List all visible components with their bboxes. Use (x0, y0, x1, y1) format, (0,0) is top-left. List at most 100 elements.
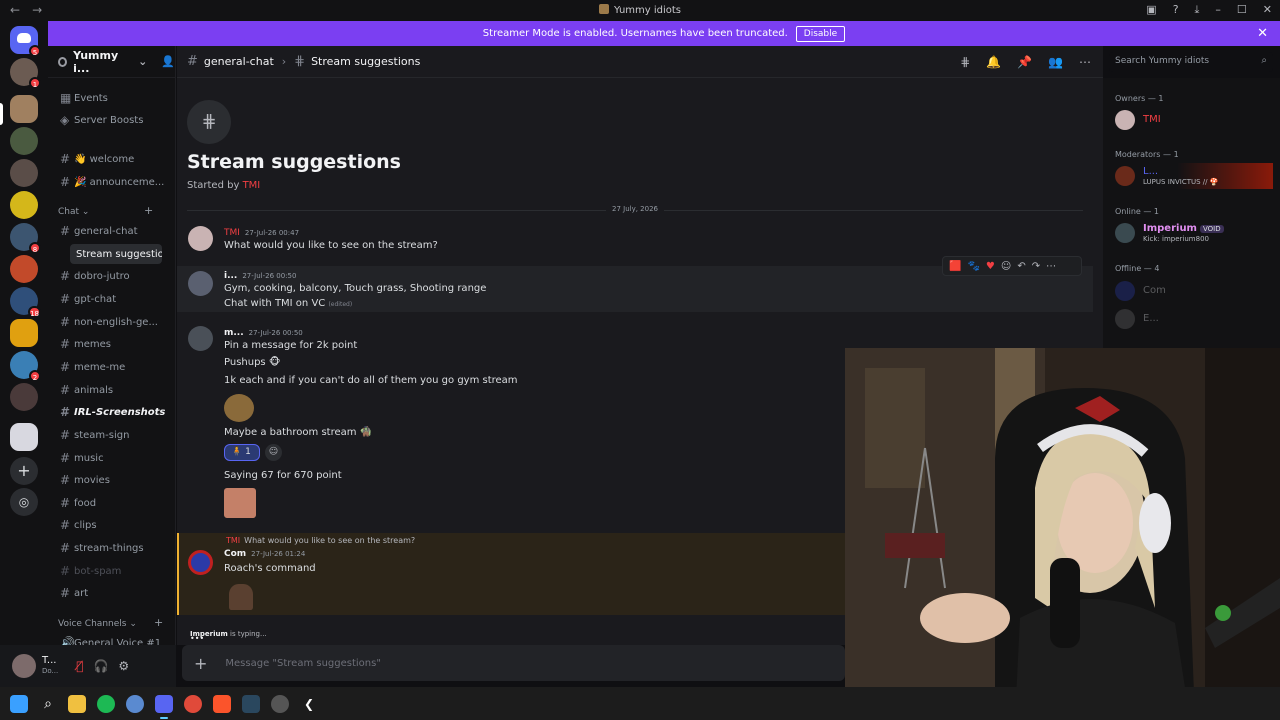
member-item[interactable]: Imperium VOID Kick: imperium800 (1113, 220, 1273, 246)
message-author[interactable]: Com (224, 549, 246, 559)
add-channel-icon[interactable]: + (154, 616, 163, 629)
server-header[interactable]: Yummy i... ⌄ 👤 (48, 46, 175, 78)
hand-sticker[interactable] (229, 584, 253, 610)
channel-general-chat[interactable]: # general-chat (54, 221, 170, 241)
channel-movies[interactable]: # movies (54, 470, 170, 490)
channel-welcome[interactable]: # 👋 welcome (54, 149, 170, 169)
reply-icon[interactable]: ↶ (1017, 261, 1025, 272)
more-icon[interactable]: ⋯ (1046, 261, 1056, 272)
channel-meme-me[interactable]: # meme-me (54, 357, 170, 377)
file-explorer-icon[interactable] (68, 694, 86, 713)
search-icon[interactable]: ⌕ (39, 695, 57, 713)
server-avatar[interactable]: 1 (10, 58, 41, 89)
server-avatar[interactable]: 8 (10, 223, 41, 254)
channel-steam-sign[interactable]: # steam-sign (54, 425, 170, 445)
category-voice[interactable]: Voice Channels ⌄ + (58, 616, 163, 629)
avatar[interactable] (188, 226, 213, 251)
minimize-icon[interactable]: – (1215, 3, 1221, 17)
server-avatar[interactable] (10, 319, 38, 347)
chrome-icon[interactable] (184, 694, 202, 713)
thread-stream-suggestions[interactable]: Stream suggestions (70, 244, 162, 264)
channel-bot-spam[interactable]: # bot-spam (54, 561, 170, 581)
reaction-emoji-icon[interactable]: 🐾 (967, 261, 979, 272)
channel-gpt-chat[interactable]: # gpt-chat (54, 289, 170, 309)
server-yummy-idiots[interactable] (10, 95, 38, 123)
channel-clips[interactable]: # clips (54, 515, 170, 535)
threads-icon[interactable]: ⋕ (960, 55, 970, 69)
add-channel-icon[interactable]: + (144, 204, 153, 217)
member-item[interactable]: E... (1113, 306, 1273, 332)
reaction-button[interactable]: 🧍 1 (224, 444, 260, 461)
channel-memes[interactable]: # memes (54, 334, 170, 354)
server-avatar[interactable] (10, 383, 38, 411)
close-window-icon[interactable]: ✕ (1263, 3, 1272, 17)
channel-irl-screenshots[interactable]: # IRL-Screenshots (54, 402, 170, 422)
download-icon[interactable]: ⤓ (1195, 3, 1200, 17)
sidebar-item-events[interactable]: ▦ Events (54, 88, 170, 108)
avatar[interactable] (12, 654, 36, 678)
channel-dobro-jutro[interactable]: # dobro-jutro (54, 266, 170, 286)
inbox-icon[interactable]: ▣ (1146, 3, 1156, 17)
breadcrumb-channel[interactable]: general-chat (204, 55, 274, 68)
channel-non-english[interactable]: # non-english-ge... (54, 312, 170, 332)
add-server-icon[interactable]: + (10, 457, 38, 485)
disable-button[interactable]: Disable (795, 25, 846, 42)
start-icon[interactable] (10, 694, 28, 713)
face-sticker[interactable] (224, 488, 256, 518)
server-avatar[interactable] (10, 191, 38, 219)
category-chat[interactable]: Chat ⌄ + (58, 204, 153, 217)
server-avatar[interactable] (10, 159, 38, 187)
member-item[interactable]: L... LUPUS INVICTUS // 🍄 (1113, 163, 1273, 189)
message-author[interactable]: TMI (224, 228, 240, 238)
message-author[interactable]: m... (224, 328, 244, 338)
reply-reference[interactable]: TMI What would you like to see on the str… (226, 536, 415, 545)
add-attachment-icon[interactable]: + (194, 654, 207, 673)
channel-animals[interactable]: # animals (54, 380, 170, 400)
heart-icon[interactable]: ♥ (986, 261, 995, 272)
help-icon[interactable]: ? (1173, 3, 1179, 17)
member-item[interactable]: Com (1113, 278, 1273, 304)
home-icon[interactable]: 5 (10, 26, 41, 57)
avatar[interactable] (188, 326, 213, 351)
server-avatar[interactable] (10, 255, 38, 283)
discord-icon[interactable] (155, 694, 173, 719)
bell-icon[interactable]: 🔔 (986, 55, 1001, 69)
headphones-icon[interactable]: 🎧 (93, 659, 108, 673)
brave-icon[interactable] (213, 694, 231, 713)
close-icon[interactable]: ✕ (1257, 26, 1268, 41)
search-input[interactable]: Search Yummy idiots ⌕ (1109, 52, 1273, 72)
channel-food[interactable]: # food (54, 493, 170, 513)
invite-icon[interactable]: 👤 (161, 55, 175, 68)
message-author[interactable]: i... (224, 271, 237, 281)
members-icon[interactable]: 👥 (1048, 55, 1063, 69)
gear-icon[interactable]: ⚙ (118, 659, 129, 673)
avatar[interactable] (188, 550, 213, 575)
message-input[interactable]: + Message "Stream suggestions" (182, 645, 845, 681)
user-info[interactable]: T... Do... (42, 656, 58, 676)
add-reaction-icon[interactable]: ☺ (1001, 261, 1011, 272)
steam-icon[interactable] (242, 694, 260, 713)
channel-art[interactable]: # art (54, 583, 170, 603)
sidebar-item-server-boosts[interactable]: ◈ Server Boosts (54, 110, 170, 130)
forward-icon[interactable]: ↷ (1032, 261, 1040, 272)
pin-icon[interactable]: 📌 (1017, 55, 1032, 69)
server-avatar[interactable]: 2 (10, 351, 41, 382)
avatar[interactable] (188, 271, 213, 296)
app-icon[interactable] (126, 694, 144, 713)
thread-starter-name[interactable]: TMI (243, 180, 261, 191)
app-icon[interactable] (271, 694, 289, 713)
server-avatar[interactable] (10, 423, 38, 451)
discover-icon[interactable]: ◎ (10, 488, 38, 516)
channel-music[interactable]: # music (54, 448, 170, 468)
add-reaction-icon[interactable]: ☺ (265, 444, 282, 461)
spotify-icon[interactable] (97, 694, 115, 713)
mic-muted-icon[interactable]: 🎙̸ (76, 659, 83, 673)
server-avatar[interactable] (10, 127, 38, 155)
app-icon[interactable]: ❮ (300, 695, 318, 713)
reaction-emoji-icon[interactable]: 🟥 (949, 261, 961, 272)
channel-stream-things[interactable]: # stream-things (54, 538, 170, 558)
more-icon[interactable]: ⋯ (1079, 55, 1091, 69)
maximize-icon[interactable]: ☐ (1237, 3, 1247, 17)
member-item[interactable]: TMI (1113, 107, 1273, 133)
server-avatar[interactable]: 18 (10, 287, 41, 318)
